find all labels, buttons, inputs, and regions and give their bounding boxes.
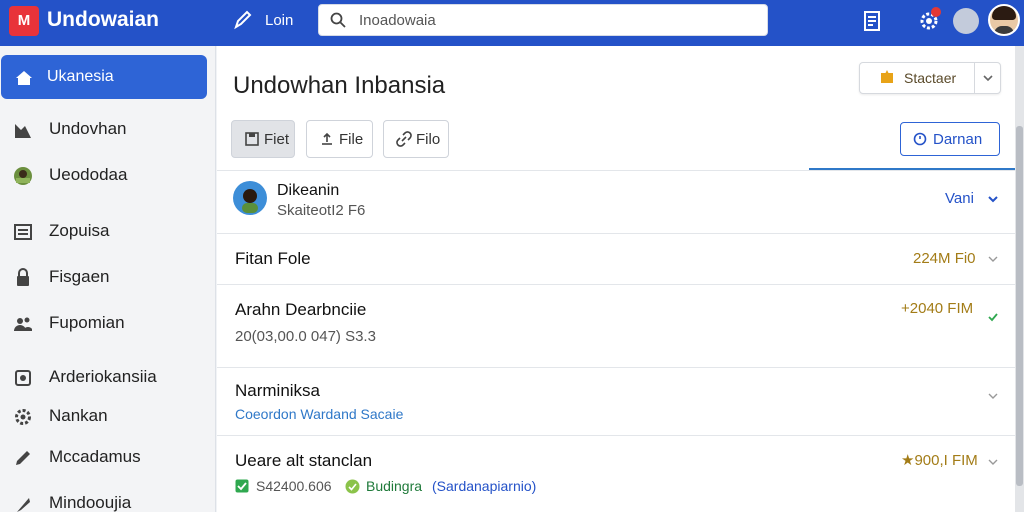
chevron-down-icon[interactable] bbox=[987, 390, 999, 402]
sidebar-item-label: Arderiokansiia bbox=[49, 367, 157, 386]
top-bar: M Undowaian Loin Inoadowaia bbox=[0, 0, 1024, 46]
primary-action-button[interactable]: Stactaer bbox=[859, 62, 1001, 94]
tool-button-label: Fiet bbox=[264, 131, 290, 148]
outline-action-button[interactable]: Darnan bbox=[900, 122, 1000, 156]
sidebar: Ukanesia Undovhan Ueododaa Zopuisa Fisga… bbox=[0, 46, 216, 512]
sidebar-item-label: Mccadamus bbox=[49, 447, 141, 466]
users-icon bbox=[14, 317, 32, 331]
list-icon bbox=[14, 224, 32, 240]
sidebar-item-label: Ukanesia bbox=[47, 68, 114, 85]
box-icon bbox=[15, 370, 31, 386]
outline-action-label: Darnan bbox=[933, 131, 983, 148]
feather-icon bbox=[17, 498, 30, 512]
top-tab-loin[interactable]: Loin bbox=[265, 12, 293, 29]
list-item[interactable]: Ueare alt stanclan S42400.606 Budingra (… bbox=[217, 436, 1015, 512]
star-icon bbox=[881, 70, 893, 83]
link-icon bbox=[396, 131, 412, 147]
primary-action-label: Stactaer bbox=[904, 70, 957, 86]
list-item-meta: ★900,I FIM bbox=[901, 452, 978, 469]
sidebar-item-mccadamus[interactable]: Mccadamus bbox=[0, 435, 216, 479]
list-item-tag: Budingra bbox=[366, 478, 423, 494]
lock-icon bbox=[17, 268, 29, 286]
sidebar-item-fisgaen[interactable]: Fisgaen bbox=[0, 255, 216, 299]
list-item-link[interactable]: (Sardanapiarnio) bbox=[432, 478, 536, 494]
sidebar-item-label: Zopuisa bbox=[49, 221, 110, 240]
list-item-title: Ueare alt stanclan bbox=[235, 451, 373, 470]
view-toggle[interactable]: Vani bbox=[945, 190, 974, 207]
page-title: Undowhan Inbansia bbox=[233, 72, 446, 99]
chevron-down-icon[interactable] bbox=[987, 456, 999, 468]
list-header-row[interactable]: Dikeanin SkaiteotI2 F6 Vani bbox=[217, 171, 1015, 233]
list-item-title: Arahn Dearbnciie bbox=[235, 300, 367, 319]
clock-icon bbox=[913, 132, 927, 146]
pen-icon[interactable] bbox=[232, 9, 252, 31]
list-item[interactable]: Arahn Dearbnciie 20(03,00.0 047) S3.3 +2… bbox=[217, 285, 1015, 367]
list-item[interactable]: Fitan Fole 224M Fi0 bbox=[217, 234, 1015, 284]
sidebar-item-label: Fupomian bbox=[49, 313, 125, 332]
search-input[interactable]: Inoadowaia bbox=[359, 12, 436, 29]
sidebar-item-mindooujia[interactable]: Mindooujia bbox=[0, 481, 216, 512]
user-avatar[interactable] bbox=[988, 4, 1020, 36]
sidebar-item-zopuisa[interactable]: Zopuisa bbox=[0, 209, 216, 253]
sidebar-item-fupomian[interactable]: Fupomian bbox=[0, 301, 216, 345]
contact-name: Dikeanin bbox=[277, 182, 340, 199]
gear-icon bbox=[15, 409, 31, 425]
help-icon[interactable] bbox=[953, 8, 979, 34]
list-item-subtitle: 20(03,00.0 047) S3.3 bbox=[235, 328, 376, 345]
list-item-title: Fitan Fole bbox=[235, 249, 311, 268]
check-icon bbox=[988, 313, 998, 322]
sidebar-item-arderiokansiia[interactable]: Arderiokansiia bbox=[0, 355, 216, 399]
tool-button-file[interactable]: File bbox=[306, 120, 373, 158]
chevron-down-icon[interactable] bbox=[987, 193, 999, 205]
tool-button-label: File bbox=[339, 131, 364, 148]
document-icon[interactable] bbox=[860, 9, 884, 33]
chevron-down-icon[interactable] bbox=[982, 72, 994, 84]
chart-icon bbox=[15, 124, 31, 138]
pencil-icon bbox=[16, 451, 30, 465]
scrollbar[interactable] bbox=[1015, 46, 1024, 512]
search-box[interactable]: Inoadowaia bbox=[318, 4, 768, 36]
list-item-amount: S42400.606 bbox=[256, 478, 332, 494]
upload-icon bbox=[322, 132, 332, 145]
notification-badge bbox=[931, 7, 941, 17]
sidebar-item-ueododaa[interactable]: Ueododaa bbox=[0, 153, 216, 197]
success-check-icon bbox=[345, 479, 360, 494]
contact-avatar bbox=[233, 181, 267, 215]
sidebar-item-ukanesia[interactable]: Ukanesia bbox=[1, 55, 207, 99]
landscape-icon bbox=[14, 167, 32, 185]
home-icon bbox=[16, 71, 32, 85]
checkbox-checked-icon[interactable] bbox=[235, 479, 249, 493]
sidebar-item-nankan[interactable]: Nankan bbox=[0, 394, 216, 438]
chevron-down-icon[interactable] bbox=[987, 253, 999, 265]
list-item-link[interactable]: Coeordon Wardand Sacaie bbox=[235, 406, 403, 422]
list-item[interactable]: Narminiksa Coeordon Wardand Sacaie bbox=[217, 368, 1015, 435]
app-title: Undowaian bbox=[47, 8, 160, 31]
tool-button-filo[interactable]: Filo bbox=[383, 120, 449, 158]
main-panel: Undowhan Inbansia Stactaer Fiet File Fil… bbox=[217, 46, 1015, 512]
list-item-meta: 224M Fi0 bbox=[913, 250, 976, 267]
list-item-title: Narminiksa bbox=[235, 381, 321, 400]
scrollbar-thumb[interactable] bbox=[1016, 126, 1023, 486]
sidebar-item-label: Nankan bbox=[49, 406, 108, 425]
contact-subtitle: SkaiteotI2 F6 bbox=[277, 202, 366, 219]
sidebar-item-label: Fisgaen bbox=[49, 267, 110, 286]
tool-button-label: Filo bbox=[416, 131, 441, 148]
search-icon bbox=[330, 12, 346, 28]
sidebar-item-label: Undovhan bbox=[49, 119, 127, 138]
list-item-meta: +2040 FIM bbox=[901, 300, 974, 317]
sidebar-item-label: Mindooujia bbox=[49, 493, 132, 512]
save-icon bbox=[245, 132, 259, 146]
app-logo[interactable]: M bbox=[9, 6, 39, 36]
sidebar-item-undovhan[interactable]: Undovhan bbox=[0, 107, 216, 151]
sidebar-item-label: Ueododaa bbox=[49, 165, 128, 184]
tool-button-fiet[interactable]: Fiet bbox=[231, 120, 295, 158]
